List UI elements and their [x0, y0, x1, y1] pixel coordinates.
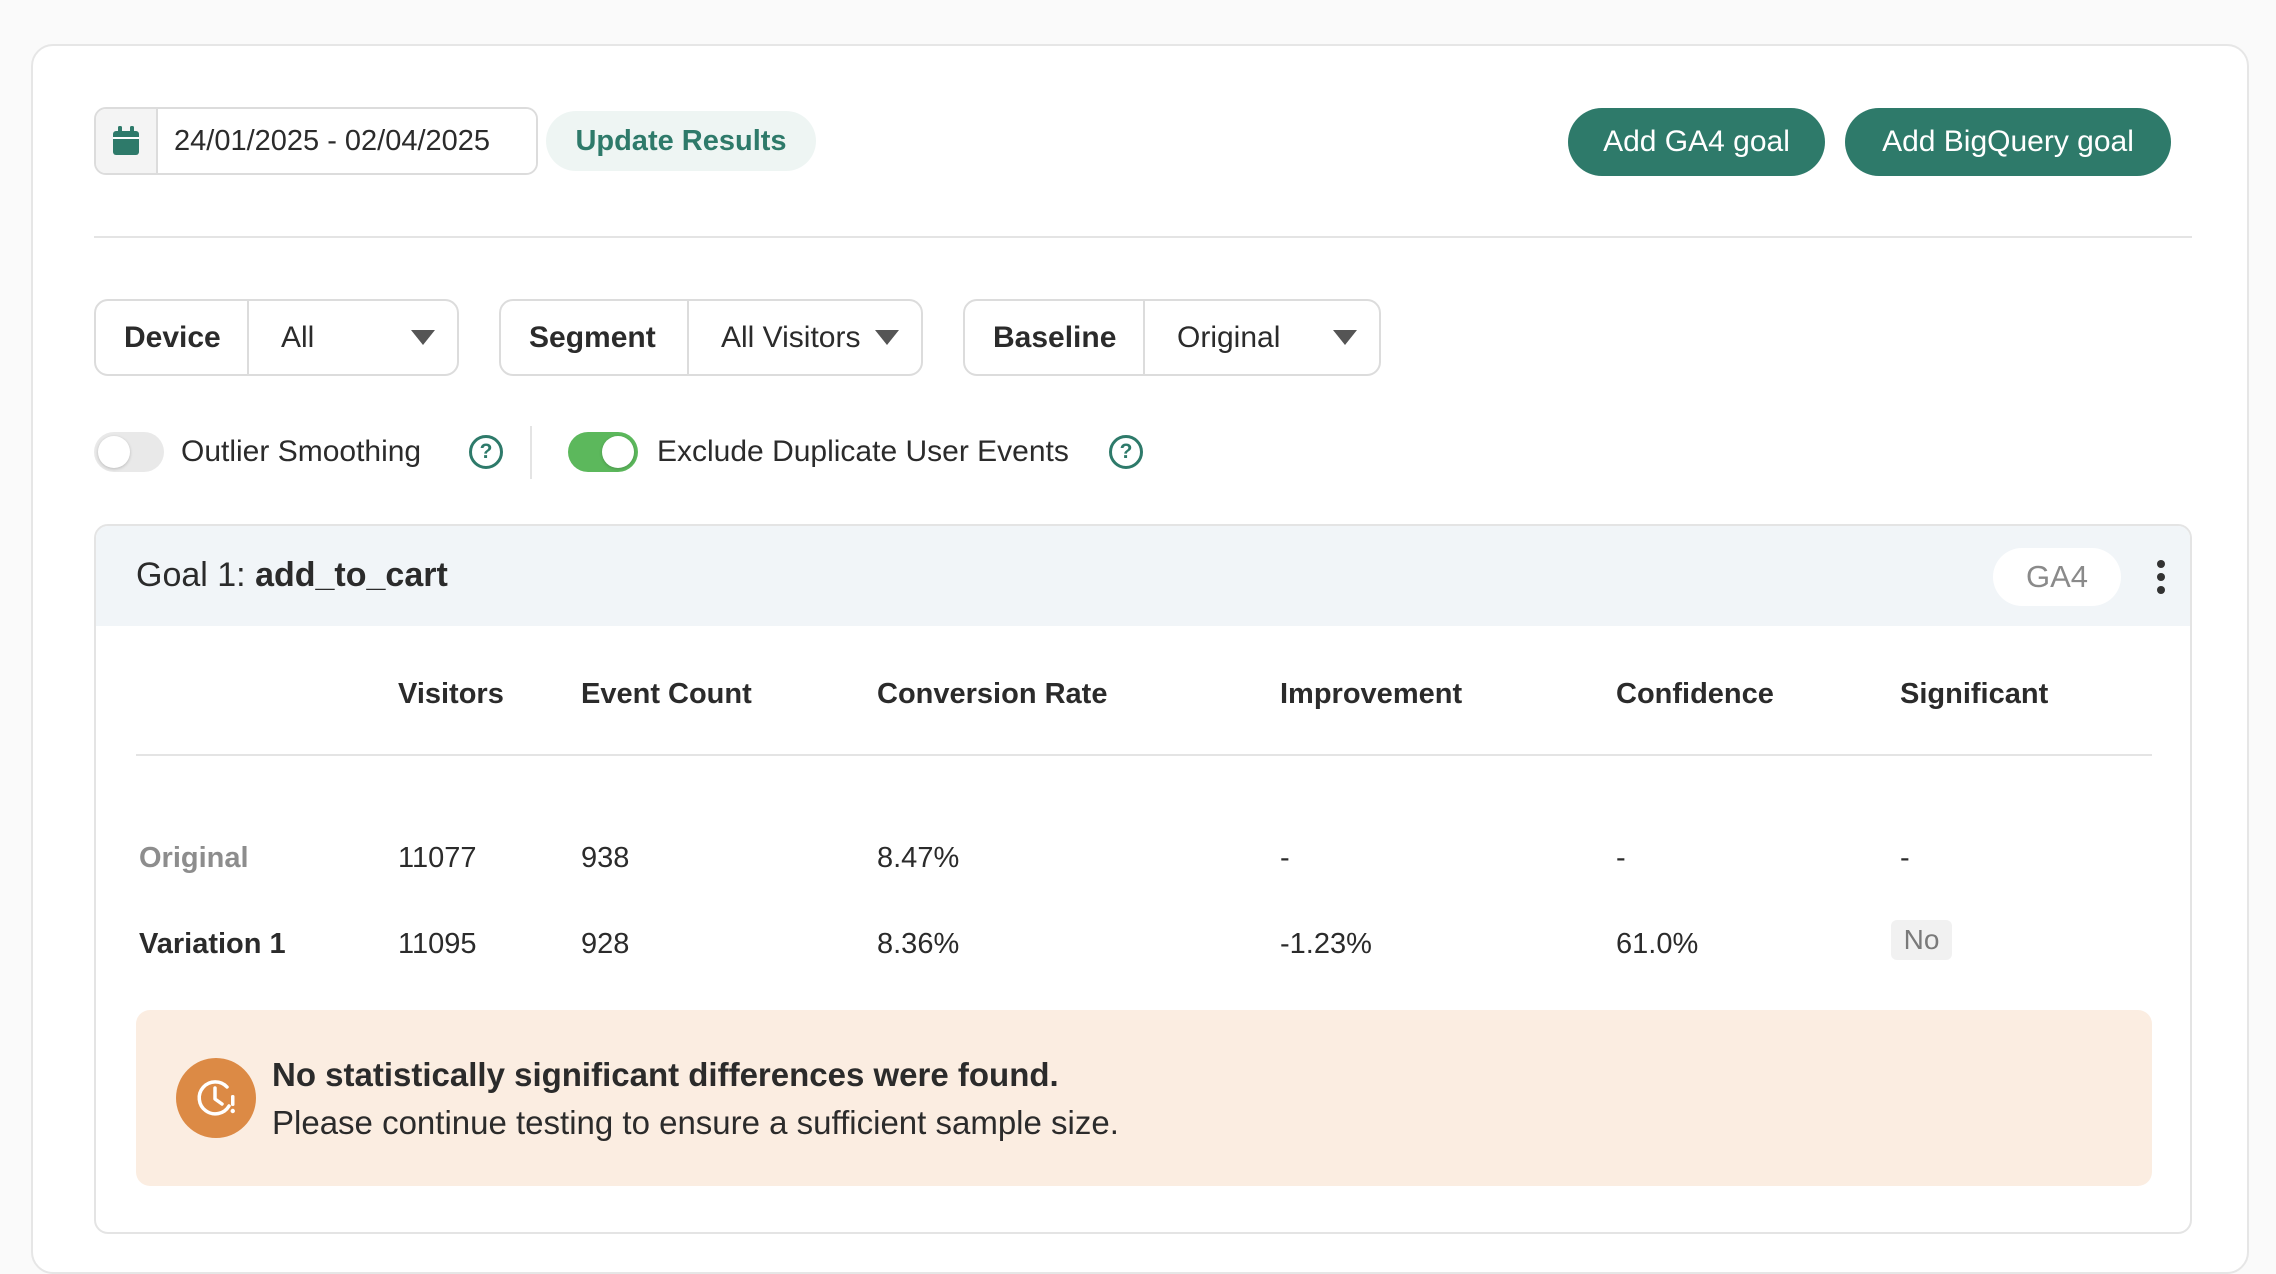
- clock-alert-icon: [176, 1058, 256, 1138]
- help-circle-icon[interactable]: ?: [469, 435, 503, 469]
- goal-prefix: Goal 1:: [136, 556, 256, 594]
- date-range-input[interactable]: [158, 109, 536, 173]
- caret-down-icon: [875, 330, 899, 345]
- cell-improvement: -: [1280, 842, 1290, 874]
- column-header-improvement: Improvement: [1280, 678, 1463, 710]
- column-header-event-count: Event Count: [581, 678, 752, 710]
- update-results-button[interactable]: Update Results: [546, 111, 816, 171]
- segment-select-value: All Visitors: [721, 320, 861, 354]
- significance-alert: No statistically significant differences…: [136, 1010, 2152, 1186]
- cell-confidence: -: [1616, 842, 1626, 874]
- goal-card: Goal 1: add_to_cart GA4 Visitors Event C…: [94, 524, 2192, 1234]
- cell-conversion-rate: 8.47%: [877, 842, 960, 874]
- significance-badge: No: [1891, 920, 1952, 960]
- cell-significant: -: [1900, 842, 1910, 874]
- calendar-icon[interactable]: [96, 109, 158, 173]
- device-filter: Device All: [94, 299, 459, 376]
- baseline-filter: Baseline Original: [963, 299, 1381, 376]
- toggle-divider: [530, 426, 532, 479]
- toggle-knob: [98, 436, 130, 468]
- caret-down-icon: [1333, 330, 1357, 345]
- date-range-picker[interactable]: [94, 107, 538, 175]
- baseline-select[interactable]: Original: [1145, 301, 1379, 374]
- toolbar-divider: [94, 236, 2192, 238]
- exclude-duplicates-toggle[interactable]: [568, 432, 638, 472]
- column-header-conversion-rate: Conversion Rate: [877, 678, 1108, 710]
- device-select-value: All: [281, 320, 315, 354]
- outlier-smoothing-toggle[interactable]: [94, 432, 164, 472]
- column-header-confidence: Confidence: [1616, 678, 1774, 710]
- device-select[interactable]: All: [249, 301, 457, 374]
- row-name-original: Original: [139, 842, 249, 874]
- cell-event-count: 928: [581, 928, 630, 960]
- column-header-significant: Significant: [1900, 678, 2049, 710]
- alert-body: Please continue testing to ensure a suff…: [272, 1104, 1119, 1141]
- cell-conversion-rate: 8.36%: [877, 928, 960, 960]
- column-header-visitors: Visitors: [398, 678, 504, 710]
- goal-name: add_to_cart: [255, 556, 448, 594]
- add-ga4-goal-button[interactable]: Add GA4 goal: [1568, 108, 1825, 176]
- add-bigquery-goal-button[interactable]: Add BigQuery goal: [1845, 108, 2171, 176]
- exclude-duplicates-label: Exclude Duplicate User Events: [657, 435, 1069, 468]
- help-circle-icon[interactable]: ?: [1109, 435, 1143, 469]
- cell-visitors: 11095: [398, 928, 477, 960]
- baseline-filter-label: Baseline: [965, 301, 1145, 374]
- cell-visitors: 11077: [398, 842, 477, 874]
- table-header-rule: [136, 754, 2152, 756]
- goal-title: Goal 1: add_to_cart: [136, 556, 448, 595]
- cell-event-count: 938: [581, 842, 630, 874]
- cell-improvement: -1.23%: [1280, 928, 1372, 960]
- goal-header: Goal 1: add_to_cart GA4: [96, 526, 2190, 626]
- segment-filter-label: Segment: [501, 301, 689, 374]
- segment-select[interactable]: All Visitors: [689, 301, 921, 374]
- segment-filter: Segment All Visitors: [499, 299, 923, 376]
- device-filter-label: Device: [96, 301, 249, 374]
- goal-source-badge: GA4: [1993, 548, 2121, 606]
- results-panel: Update Results Add GA4 goal Add BigQuery…: [31, 44, 2249, 1274]
- row-name-variation-1: Variation 1: [139, 928, 286, 960]
- baseline-select-value: Original: [1177, 320, 1281, 354]
- kebab-menu-icon[interactable]: [2146, 554, 2176, 600]
- alert-title: No statistically significant differences…: [272, 1056, 1059, 1093]
- toggle-knob: [602, 436, 634, 468]
- caret-down-icon: [411, 330, 435, 345]
- outlier-smoothing-label: Outlier Smoothing: [181, 435, 422, 468]
- cell-confidence: 61.0%: [1616, 928, 1699, 960]
